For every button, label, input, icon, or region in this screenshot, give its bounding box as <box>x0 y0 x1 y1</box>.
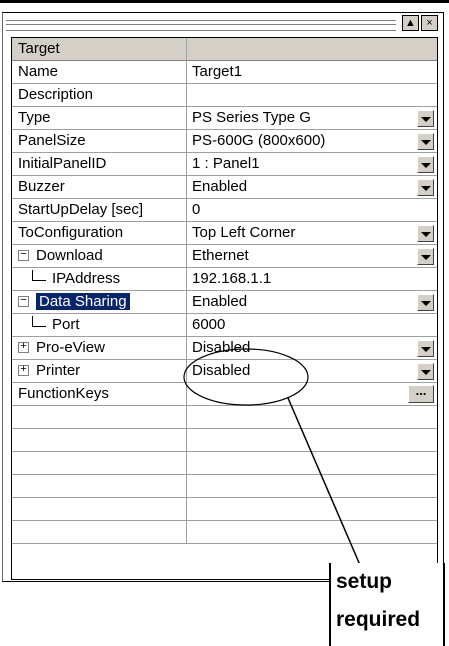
setup-required-callout: setup required <box>329 563 445 646</box>
highlight-ellipse <box>183 348 309 406</box>
callout-pointer-line <box>287 397 361 566</box>
callout-line-2: required <box>336 608 421 631</box>
callout-line-1: setup <box>336 570 393 593</box>
annotation-overlay <box>183 348 361 566</box>
